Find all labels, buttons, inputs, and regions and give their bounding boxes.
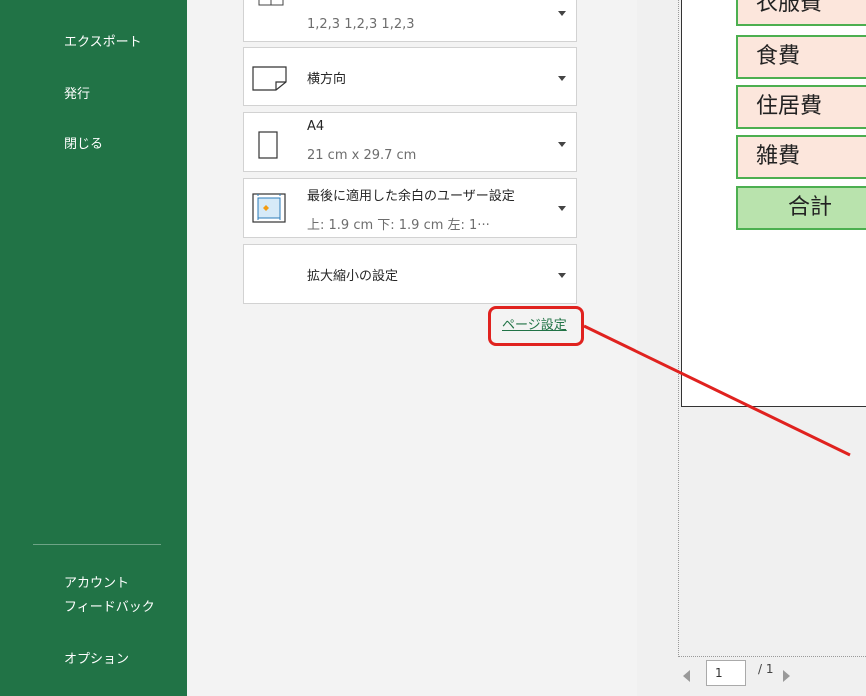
preview-cell-misc: 雑費 [736, 135, 866, 179]
chevron-down-icon [558, 142, 566, 147]
paper-size-label: A4 [307, 119, 325, 134]
preview-cell-food: 食費 [736, 35, 866, 79]
margins-sub: 上: 1.9 cm 下: 1.9 cm 左: 1··· [307, 218, 490, 233]
chevron-down-icon [558, 206, 566, 211]
backstage-sidebar: エクスポート 発行 閉じる アカウント フィードバック オプション [0, 0, 187, 696]
preview-cell-total: 合計 [736, 186, 866, 230]
margins-icon [252, 193, 286, 223]
scaling-dropdown[interactable]: 拡大縮小の設定 [243, 244, 577, 304]
nav-feedback[interactable]: フィードバック [64, 596, 155, 615]
sidebar-divider [33, 544, 161, 545]
collate-sub: 1,2,3 1,2,3 1,2,3 [307, 17, 415, 32]
print-settings-panel: 1,2,3 1,2,3 1,2,3 横方向 A4 21 cm x 29.7 cm… [187, 0, 637, 696]
paper-size-dropdown[interactable]: A4 21 cm x 29.7 cm [243, 112, 577, 172]
margins-dropdown[interactable]: 最後に適用した余白のユーザー設定 上: 1.9 cm 下: 1.9 cm 左: … [243, 178, 577, 238]
nav-options[interactable]: オプション [64, 648, 129, 667]
nav-account[interactable]: アカウント [64, 572, 129, 591]
chevron-down-icon [558, 76, 566, 81]
nav-publish[interactable]: 発行 [64, 83, 90, 102]
page-number-input[interactable]: 1 [706, 660, 746, 686]
next-page-icon[interactable] [783, 670, 790, 682]
page-setup-highlight [488, 306, 584, 346]
preview-cell-clothing: 衣服費 [736, 0, 866, 26]
portrait-page-icon [258, 131, 278, 159]
nav-close[interactable]: 閉じる [64, 133, 103, 152]
chevron-down-icon [558, 273, 566, 278]
landscape-icon [252, 66, 287, 91]
scaling-label: 拡大縮小の設定 [307, 269, 399, 284]
collate-dropdown[interactable]: 1,2,3 1,2,3 1,2,3 [243, 0, 577, 42]
page-total: / 1 [758, 662, 774, 676]
paper-size-sub: 21 cm x 29.7 cm [307, 148, 417, 163]
chevron-down-icon [558, 11, 566, 16]
previous-page-icon[interactable] [683, 670, 690, 682]
orientation-label: 横方向 [307, 72, 347, 87]
preview-cell-housing: 住居費 [736, 85, 866, 129]
collate-icon [258, 0, 284, 6]
orientation-dropdown[interactable]: 横方向 [243, 47, 577, 106]
margins-label: 最後に適用した余白のユーザー設定 [307, 189, 515, 204]
nav-export[interactable]: エクスポート [64, 31, 142, 50]
